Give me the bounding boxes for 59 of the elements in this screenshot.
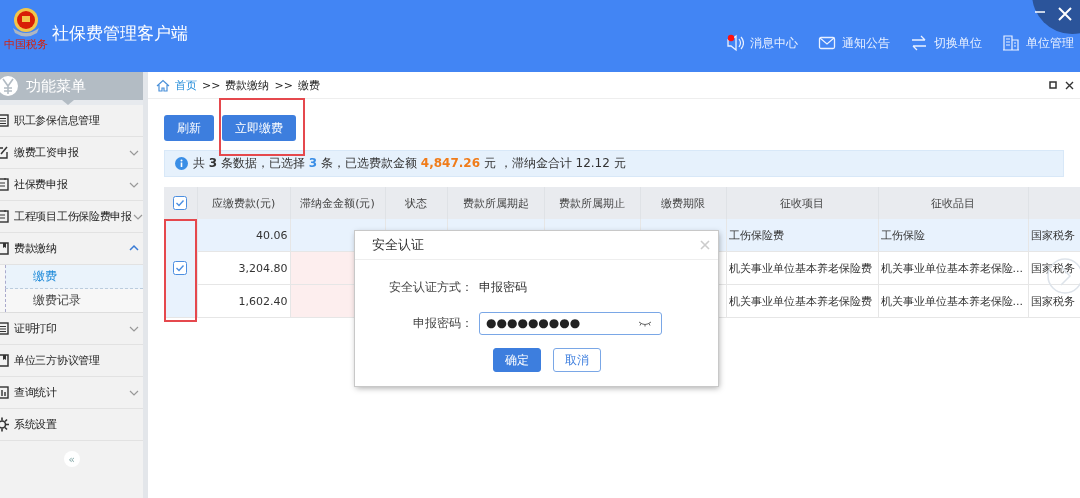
table-cell: 机关事业单位基本养老保险...: [880, 294, 1023, 308]
menu-title: 功能菜单: [26, 76, 86, 96]
menu-item[interactable]: 查询统计: [14, 385, 128, 400]
submenu-item[interactable]: 缴费: [5, 265, 143, 289]
breadcrumb-item: 缴费: [297, 77, 320, 93]
envelope-icon: [818, 34, 836, 52]
table-cell: 工伤保险费: [728, 228, 784, 242]
close-icon[interactable]: [1056, 5, 1074, 23]
building-icon: [1002, 34, 1020, 52]
column-header: 征收项目: [780, 196, 824, 210]
column-header: 费款所属期止: [559, 196, 625, 210]
column-header: 征收品目: [931, 196, 975, 210]
column-header: 状态: [405, 196, 427, 210]
info-icon: [175, 157, 188, 170]
breadcrumb-separator: >>: [274, 78, 293, 92]
toolbar-button[interactable]: 刷新: [164, 115, 214, 141]
confirm-button[interactable]: 确定: [492, 348, 541, 372]
menu-item[interactable]: 社保费申报: [14, 177, 128, 192]
menu-item[interactable]: 系统设置: [14, 417, 143, 432]
field-label: 申报密码：: [412, 314, 473, 332]
checkbox[interactable]: [173, 196, 188, 210]
submenu-item[interactable]: 缴费记录: [5, 289, 143, 312]
menu-item[interactable]: 缴费工资申报: [14, 145, 128, 160]
menu-item[interactable]: 工程项目工伤保险费申报: [14, 209, 132, 224]
table-cell: 国家税务: [1030, 228, 1075, 242]
column-header: 应缴费款(元): [211, 196, 276, 210]
table-cell: 40.06: [256, 228, 288, 242]
toolbar-button[interactable]: 立即缴费: [222, 115, 296, 141]
table-cell: 机关事业单位基本养老保险费: [728, 261, 872, 275]
maximize-icon[interactable]: [1049, 81, 1057, 89]
table-cell: 国家税务: [1030, 294, 1075, 308]
table-cell: 机关事业单位基本养老保险费: [728, 294, 872, 308]
field-label: 安全认证方式：: [388, 278, 473, 296]
info-message: 共 3 条数据，已选择 3 条，已选费款金额 4,847.26 元 ，滞纳金合计 12.12 元: [193, 155, 626, 172]
cancel-button[interactable]: 取消: [552, 348, 601, 372]
dialog-title: 安全认证: [372, 236, 424, 254]
field-value: 申报密码: [479, 278, 527, 296]
app-title: 社保费管理客户端: [52, 21, 188, 45]
menu-item[interactable]: 费款缴纳: [14, 241, 128, 256]
password-field[interactable]: ●●●●●●●●●: [479, 311, 662, 335]
column-header: 滞纳金金额(元): [300, 196, 375, 210]
table-cell: 机关事业单位基本养老保险...: [880, 261, 1023, 275]
swap-icon: [910, 34, 928, 52]
table-cell: 3,204.80: [238, 261, 288, 275]
breadcrumb-link[interactable]: 首页: [175, 77, 197, 93]
breadcrumb-separator: >>: [202, 78, 221, 92]
checkbox[interactable]: [173, 261, 188, 275]
close-icon[interactable]: [1065, 80, 1074, 90]
menu-item[interactable]: 职工参保信息管理: [14, 113, 143, 128]
emblem-icon: [10, 6, 42, 38]
table-cell: 工伤保险: [880, 228, 925, 242]
home-icon: [156, 78, 170, 92]
logo-text: 中国税务: [4, 38, 48, 51]
table-cell: 1,602.40: [238, 294, 288, 308]
breadcrumb-item: 费款缴纳: [225, 77, 270, 93]
menu-item[interactable]: 证明打印: [14, 321, 128, 336]
menu-item[interactable]: 单位三方协议管理: [14, 353, 143, 368]
column-header: 费款所属期起: [462, 196, 529, 210]
column-header: 缴费期限: [661, 196, 705, 210]
